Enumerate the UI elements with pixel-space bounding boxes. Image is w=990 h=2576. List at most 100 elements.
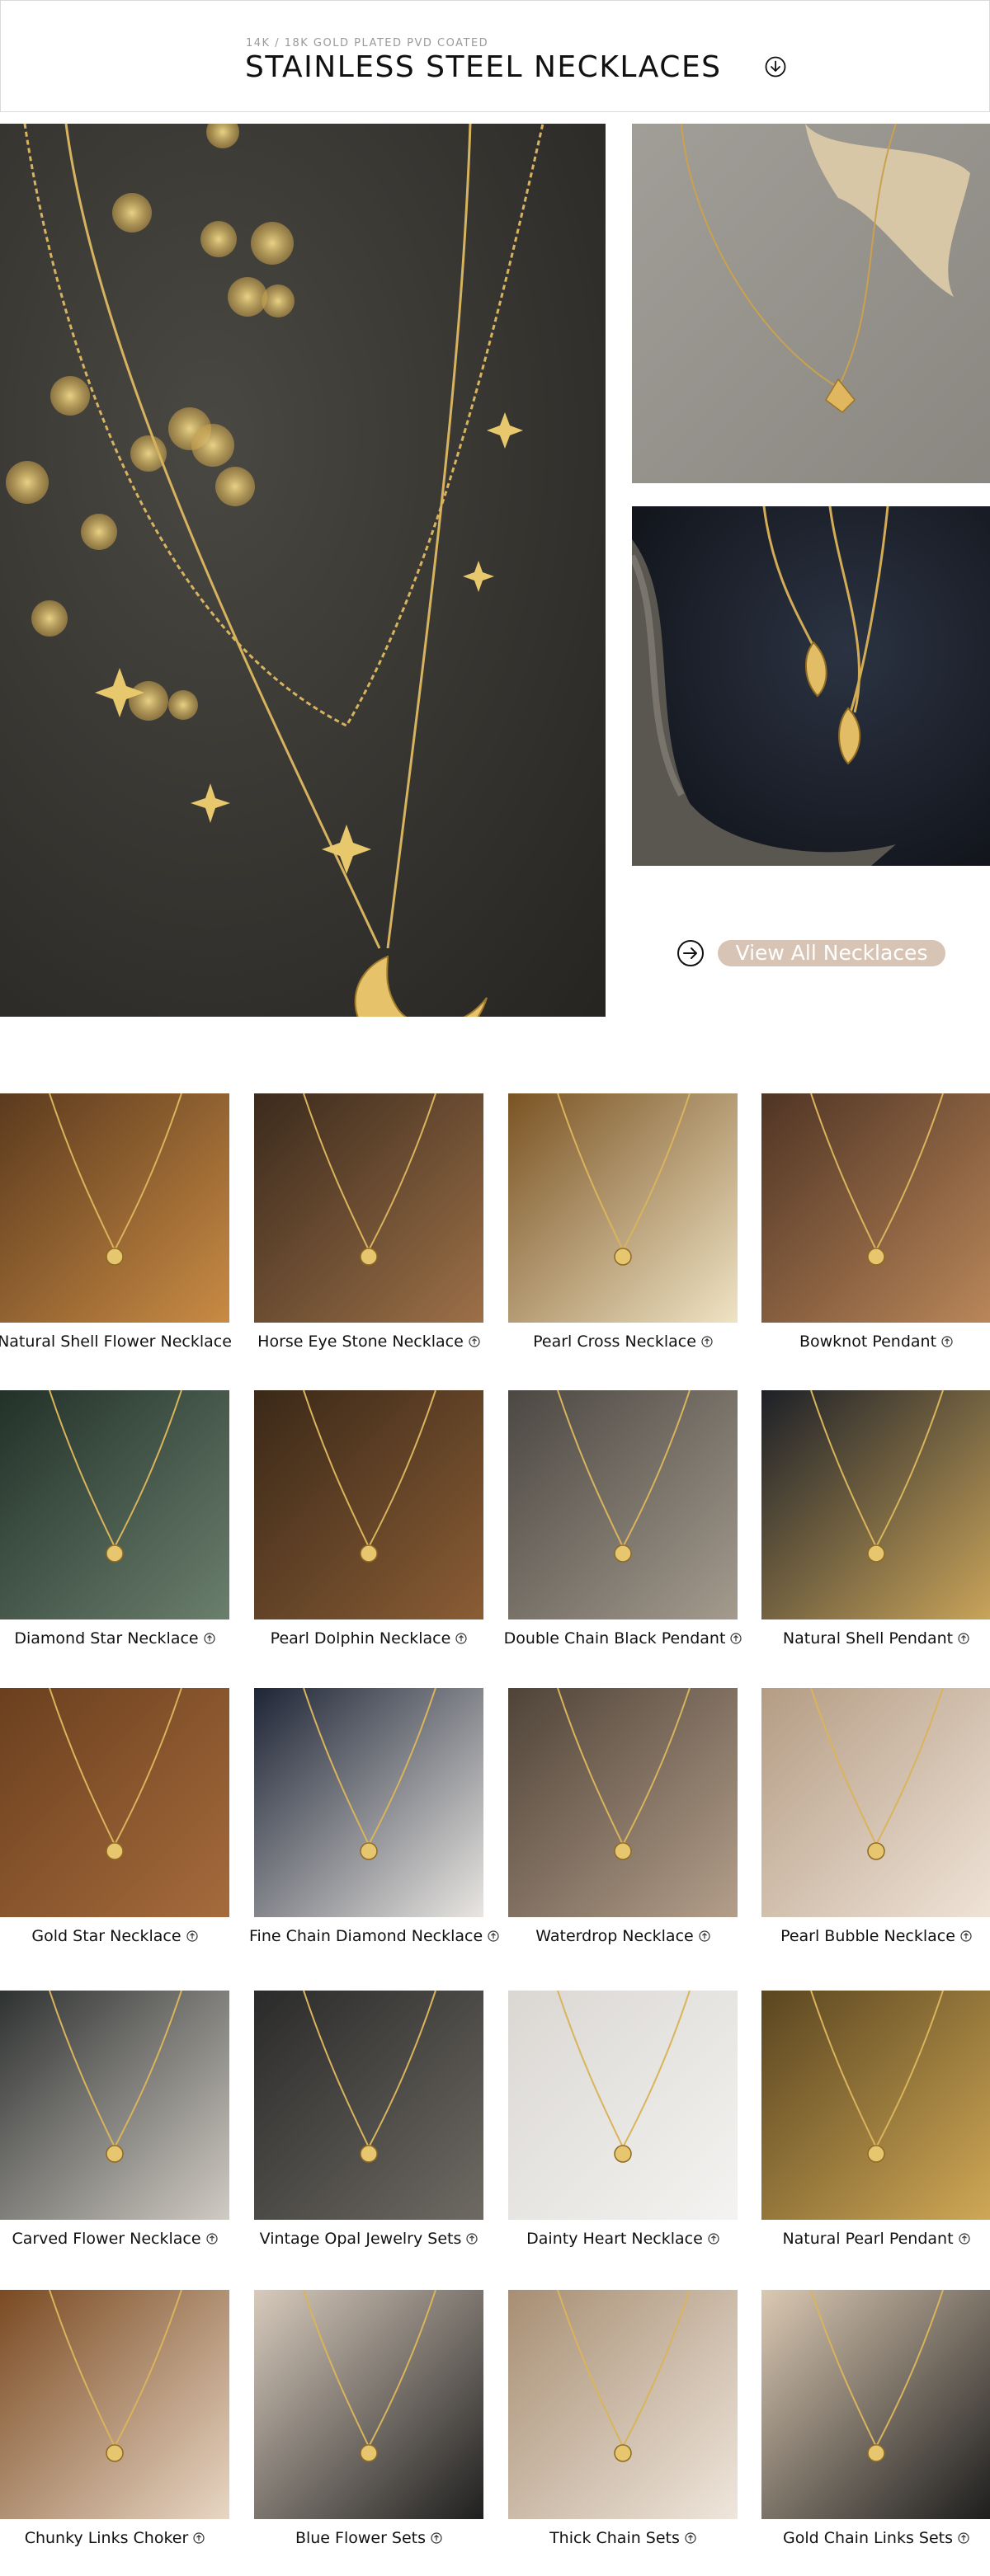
expand-circle-icon[interactable] (469, 1336, 480, 1347)
product-name[interactable]: Diamond Star Necklace (0, 1629, 234, 1648)
product-name[interactable]: Waterdrop Necklace (503, 1927, 742, 1945)
product-image[interactable] (0, 2290, 229, 2519)
product-image[interactable] (761, 1688, 990, 1917)
product-card[interactable]: Thick Chain Sets (508, 2290, 738, 2562)
product-image[interactable] (761, 2290, 990, 2519)
product-image[interactable] (508, 1688, 738, 1917)
product-card[interactable]: Carved Flower Necklace (0, 1991, 229, 2263)
product-name[interactable]: Dainty Heart Necklace (503, 2230, 742, 2248)
product-card[interactable]: Horse Eye Stone Necklace (254, 1093, 483, 1366)
product-name[interactable]: Natural Shell Flower Necklace (0, 1333, 234, 1351)
product-card[interactable]: Pearl Cross Necklace (508, 1093, 738, 1366)
expand-circle-icon[interactable] (708, 2233, 719, 2245)
product-card[interactable]: Bowknot Pendant (761, 1093, 990, 1366)
product-card[interactable]: Gold Star Necklace (0, 1688, 229, 1960)
product-name-text: Vintage Opal Jewelry Sets (259, 2230, 462, 2248)
product-image[interactable] (0, 1991, 229, 2220)
product-card[interactable]: Natural Shell Pendant (761, 1390, 990, 1662)
product-name[interactable]: Pearl Bubble Necklace (757, 1927, 990, 1945)
product-card[interactable]: Blue Flower Sets (254, 2290, 483, 2562)
product-name-text: Natural Shell Pendant (782, 1629, 954, 1648)
product-card[interactable]: Diamond Star Necklace (0, 1390, 229, 1662)
product-name-text: Chunky Links Choker (24, 2529, 189, 2547)
product-name-text: Diamond Star Necklace (14, 1629, 199, 1648)
product-image[interactable] (254, 1093, 483, 1323)
product-name[interactable]: Gold Chain Links Sets (757, 2529, 990, 2547)
product-image[interactable] (761, 1991, 990, 2220)
product-card[interactable]: Dainty Heart Necklace (508, 1991, 738, 2263)
product-image[interactable] (254, 2290, 483, 2519)
view-all-button[interactable]: View All Necklaces (718, 940, 945, 966)
product-name[interactable]: Carved Flower Necklace (0, 2230, 234, 2248)
product-name[interactable]: Thick Chain Sets (503, 2529, 742, 2547)
product-image[interactable] (0, 1390, 229, 1619)
product-name[interactable]: Double Chain Black Pendant (503, 1629, 742, 1648)
product-image[interactable] (508, 2290, 738, 2519)
product-name-text: Blue Flower Sets (295, 2529, 427, 2547)
product-name[interactable]: Fine Chain Diamond Necklace (249, 1927, 499, 1945)
expand-circle-icon[interactable] (455, 1633, 467, 1644)
product-image[interactable] (508, 1991, 738, 2220)
product-image[interactable] (508, 1093, 738, 1323)
expand-circle-icon[interactable] (958, 2233, 970, 2245)
product-card[interactable]: Gold Chain Links Sets (761, 2290, 990, 2562)
product-name-text: Pearl Bubble Necklace (780, 1927, 955, 1945)
expand-circle-icon[interactable] (186, 1930, 198, 1942)
product-name-text: Pearl Cross Necklace (533, 1333, 696, 1351)
expand-circle-icon[interactable] (685, 2532, 696, 2544)
product-image[interactable] (254, 1390, 483, 1619)
product-image[interactable] (254, 1688, 483, 1917)
product-card[interactable]: Natural Shell Flower Necklace (0, 1093, 232, 1366)
product-card[interactable]: Double Chain Black Pendant (504, 1390, 742, 1662)
product-name-text: Dainty Heart Necklace (526, 2230, 703, 2248)
product-name[interactable]: Chunky Links Choker (0, 2529, 234, 2547)
expand-circle-icon[interactable] (730, 1633, 742, 1644)
expand-circle-icon[interactable] (204, 1633, 215, 1644)
chevron-down-circle-icon[interactable] (765, 56, 786, 78)
product-name[interactable]: Blue Flower Sets (249, 2529, 488, 2547)
product-card[interactable]: Pearl Bubble Necklace (761, 1688, 990, 1960)
product-name[interactable]: Pearl Dolphin Necklace (249, 1629, 488, 1648)
product-name-text: Thick Chain Sets (549, 2529, 680, 2547)
expand-circle-icon[interactable] (958, 1633, 969, 1644)
expand-circle-icon[interactable] (466, 2233, 478, 2245)
product-name[interactable]: Gold Star Necklace (0, 1927, 234, 1945)
product-name-text: Natural Shell Flower Necklace (0, 1333, 232, 1351)
product-card[interactable]: Chunky Links Choker (0, 2290, 229, 2562)
product-name[interactable]: Natural Shell Pendant (757, 1629, 990, 1648)
product-card[interactable]: Fine Chain Diamond Necklace (249, 1688, 499, 1960)
product-image[interactable] (254, 1991, 483, 2220)
expand-circle-icon[interactable] (701, 1336, 713, 1347)
product-name-text: Fine Chain Diamond Necklace (249, 1927, 483, 1945)
expand-circle-icon[interactable] (431, 2532, 442, 2544)
expand-circle-icon[interactable] (193, 2532, 205, 2544)
product-image[interactable] (0, 1093, 229, 1323)
expand-circle-icon[interactable] (958, 2532, 969, 2544)
product-image[interactable] (508, 1390, 738, 1619)
expand-circle-icon[interactable] (960, 1930, 972, 1942)
header-subtitle: 14K / 18K GOLD PLATED PVD COATED (246, 37, 489, 49)
product-name[interactable]: Vintage Opal Jewelry Sets (249, 2230, 488, 2248)
expand-circle-icon[interactable] (941, 1336, 953, 1347)
hero-image-double-chain-pendant[interactable] (632, 506, 990, 866)
hero-image-moon-necklace[interactable] (0, 124, 606, 1017)
product-name[interactable]: Pearl Cross Necklace (503, 1333, 742, 1351)
product-image[interactable] (0, 1688, 229, 1917)
product-name-text: Natural Pearl Pendant (782, 2230, 954, 2248)
product-name[interactable]: Bowknot Pendant (757, 1333, 990, 1351)
expand-circle-icon[interactable] (488, 1930, 499, 1942)
product-card[interactable]: Vintage Opal Jewelry Sets (254, 1991, 483, 2263)
product-name-text: Bowknot Pendant (799, 1333, 937, 1351)
product-card[interactable]: Pearl Dolphin Necklace (254, 1390, 483, 1662)
expand-circle-icon[interactable] (205, 2233, 218, 2245)
product-name-text: Waterdrop Necklace (535, 1927, 694, 1945)
product-image[interactable] (761, 1093, 990, 1323)
product-card[interactable]: Natural Pearl Pendant (761, 1991, 990, 2263)
product-name[interactable]: Horse Eye Stone Necklace (249, 1333, 488, 1351)
expand-circle-icon[interactable] (699, 1930, 710, 1942)
arrow-right-circle-icon[interactable] (676, 939, 705, 967)
product-card[interactable]: Waterdrop Necklace (508, 1688, 738, 1960)
hero-image-geometric-pendant[interactable] (632, 124, 990, 483)
product-image[interactable] (761, 1390, 990, 1619)
product-name[interactable]: Natural Pearl Pendant (757, 2230, 990, 2248)
